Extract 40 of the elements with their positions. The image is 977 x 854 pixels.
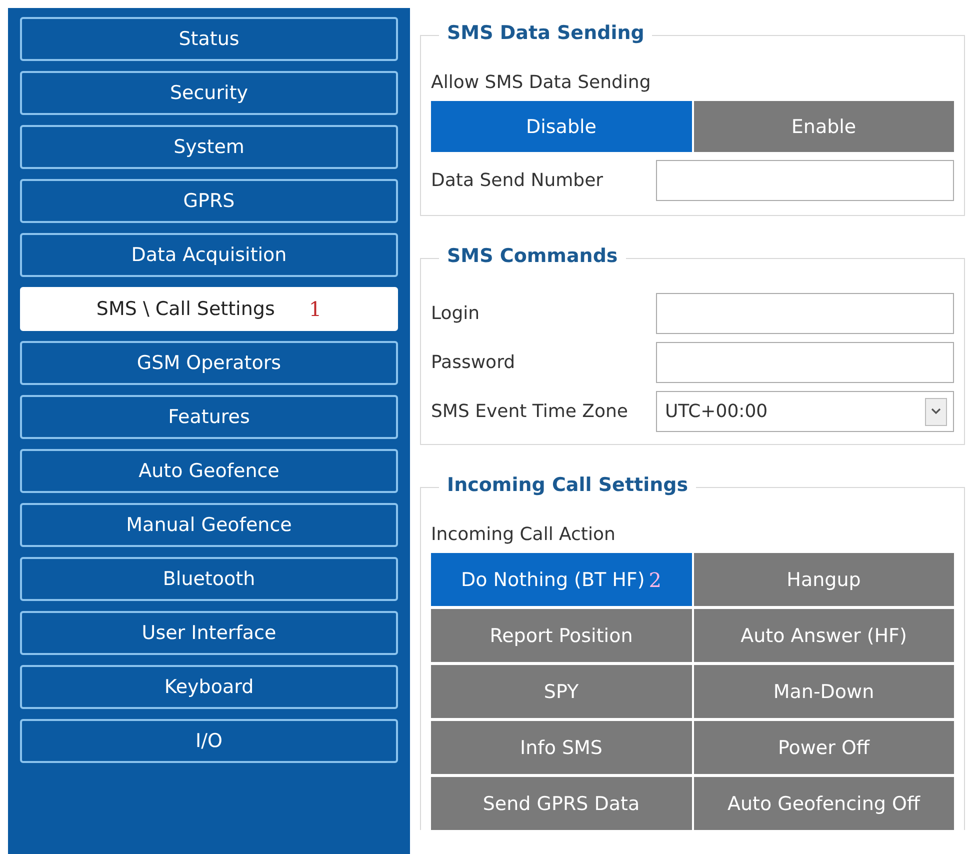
input-field[interactable] <box>656 160 954 201</box>
sidebar-item[interactable]: I/O <box>20 719 398 763</box>
sidebar-item[interactable]: Features <box>20 395 398 439</box>
sidebar-item[interactable]: User Interface <box>20 611 398 655</box>
option-button[interactable]: Hangup <box>694 553 954 606</box>
dropdown[interactable]: UTC+00:00 <box>656 391 954 432</box>
option-button[interactable]: Do Nothing (BT HF) 2 <box>431 553 692 606</box>
annotation-number: 1 <box>308 297 322 321</box>
sidebar-item[interactable]: Status <box>20 17 398 61</box>
option-button[interactable]: Man-Down <box>694 665 954 718</box>
sidebar-item[interactable]: System <box>20 125 398 169</box>
sidebar-item[interactable]: Data Acquisition <box>20 233 398 277</box>
sidebar-item[interactable]: GPRS <box>20 179 398 223</box>
option-button[interactable]: Disable <box>431 101 692 152</box>
option-button[interactable]: Power Off <box>694 721 954 774</box>
field-label: Allow SMS Data Sending <box>431 72 652 93</box>
input-field[interactable] <box>656 293 954 334</box>
option-button[interactable]: Auto Geofencing Off <box>694 777 954 830</box>
field-label: Password <box>431 352 516 373</box>
option-button[interactable]: Auto Answer (HF) <box>694 609 954 662</box>
option-button[interactable]: Info SMS <box>431 721 692 774</box>
field-label: Login <box>431 303 480 324</box>
sidebar-item[interactable]: GSM Operators <box>20 341 398 385</box>
option-button[interactable]: Report Position <box>431 609 692 662</box>
input-field[interactable] <box>656 342 954 383</box>
field-label: Data Send Number <box>431 170 604 191</box>
option-button[interactable]: SPY <box>431 665 692 718</box>
option-button[interactable]: Send GPRS Data <box>431 777 692 830</box>
annotation-number: 2 <box>648 568 662 592</box>
sidebar-item[interactable]: Security <box>20 71 398 115</box>
sidebar-item[interactable]: Manual Geofence <box>20 503 398 547</box>
sidebar-item[interactable]: Bluetooth <box>20 557 398 601</box>
option-button[interactable]: Enable <box>694 101 954 152</box>
field-label: SMS Event Time Zone <box>431 401 628 422</box>
group-title: SMS Data Sending <box>439 22 652 44</box>
group-title: Incoming Call Settings <box>439 474 696 496</box>
field-label: Incoming Call Action <box>431 524 616 545</box>
sidebar-item[interactable]: Keyboard <box>20 665 398 709</box>
sidebar-item[interactable]: Auto Geofence <box>20 449 398 493</box>
sidebar-item[interactable]: SMS \ Call Settings 1 <box>20 287 398 331</box>
